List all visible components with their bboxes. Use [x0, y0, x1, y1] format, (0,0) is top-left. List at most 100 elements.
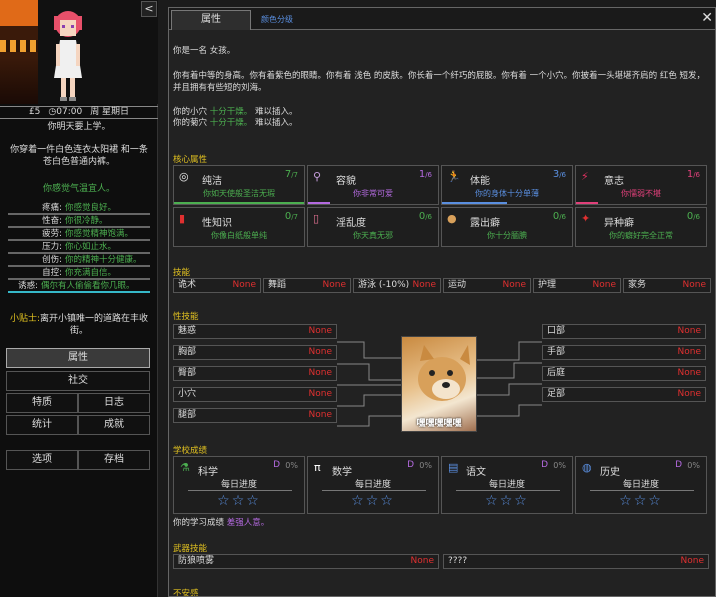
- status-bar: £5 ◷07:00 周 星期日: [0, 106, 158, 119]
- runner-icon: 🏃: [447, 170, 461, 183]
- sex-skill-item[interactable]: 魅惑 None: [173, 324, 337, 339]
- skill-item[interactable]: 游泳 (-10%) None: [353, 278, 441, 293]
- sex-skill-name: 后庭: [547, 368, 566, 378]
- sex-skill-name: 魅惑: [178, 326, 197, 336]
- flag-icon: ▤: [448, 461, 459, 474]
- weapon-skill-value: None: [680, 556, 704, 566]
- tab-color-grading[interactable]: 颜色分级: [261, 14, 293, 25]
- core-attr-count: 3/6: [552, 169, 566, 180]
- school-note: 你的学习成绩 差强人意。: [173, 518, 270, 528]
- nav-traits-button[interactable]: 特质: [6, 393, 78, 413]
- core-attr-card[interactable]: 🏃 体能 3/6 你的身体十分单薄: [441, 165, 573, 205]
- schedule-text: 你明天要上学。: [47, 122, 111, 132]
- sex-skill-item[interactable]: 足部 None: [542, 387, 706, 402]
- insecurity-header: 不安感: [173, 589, 199, 597]
- day-label: 周 星期日: [90, 107, 130, 117]
- sex-skill-name: 小穴: [178, 389, 197, 399]
- weapon-skills-header: 武器技能: [173, 544, 208, 554]
- gender-text: 你是一名 女孩。: [173, 46, 236, 56]
- sex-skill-value: None: [308, 368, 332, 378]
- sex-skill-value: None: [308, 410, 332, 420]
- core-attr-desc: 你的癖好完全正常: [609, 231, 673, 240]
- subject-percent: 0%: [419, 461, 432, 470]
- halo-icon: ◎: [179, 170, 189, 183]
- core-attr-count: 0/6: [686, 211, 700, 222]
- core-attr-desc: 你十分腼腆: [487, 231, 527, 240]
- sex-skill-item[interactable]: 后庭 None: [542, 366, 706, 381]
- core-attr-bar: [442, 202, 507, 204]
- feather-icon: ⚡: [581, 170, 589, 183]
- sex-skill-item[interactable]: 手部 None: [542, 345, 706, 360]
- core-attr-name: 意志: [604, 176, 624, 187]
- subject-card[interactable]: π 数学 D 0% 每日进度 ☆☆☆: [307, 456, 439, 514]
- skill-name: 舞蹈: [268, 280, 287, 290]
- core-attr-card[interactable]: ⚡ 意志 1/6 你懦弱不堪: [575, 165, 707, 205]
- subject-card[interactable]: ⚗ 科学 D 0% 每日进度 ☆☆☆: [173, 456, 305, 514]
- skill-name: 游泳 (-10%): [358, 280, 410, 290]
- nav-achievements-button[interactable]: 成就: [78, 415, 150, 435]
- weapon-skill-item[interactable]: ???? None: [443, 554, 709, 569]
- bottle-icon: ▯: [313, 212, 320, 225]
- paw-icon: ✦: [581, 212, 591, 225]
- sex-skill-item[interactable]: 口部 None: [542, 324, 706, 339]
- skill-item[interactable]: 运动 None: [443, 278, 531, 293]
- book-icon: ▮: [179, 212, 186, 225]
- core-attr-card[interactable]: ◎ 纯洁 7/7 你如天使般圣洁无瑕: [173, 165, 305, 205]
- core-attr-card[interactable]: ● 露出癖 0/6 你十分腼腆: [441, 207, 573, 247]
- globe-icon: ◍: [582, 461, 592, 474]
- subject-card[interactable]: ◍ 历史 D 0% 每日进度 ☆☆☆: [575, 456, 707, 514]
- sex-skill-item[interactable]: 胸部 None: [173, 345, 337, 360]
- anus-text: 你的菊穴 十分干燥。 难以插入。: [173, 118, 298, 128]
- skill-value: None: [592, 280, 616, 290]
- sex-skill-item[interactable]: 腿部 None: [173, 408, 337, 423]
- core-attr-card[interactable]: ⚲ 容貌 1/6 你非常可爱: [307, 165, 439, 205]
- nav-journal-button[interactable]: 日志: [78, 393, 150, 413]
- nav-options-button[interactable]: 选项: [6, 450, 78, 470]
- clothing-text: 你穿着一件白色连衣太阳裙 和一条苍白色普通内裤。: [10, 145, 148, 167]
- core-attr-desc: 你像白纸般单纯: [211, 231, 267, 240]
- sex-skill-item[interactable]: 臀部 None: [173, 366, 337, 381]
- skill-value: None: [412, 280, 436, 290]
- core-attr-card[interactable]: ▮ 性知识 0/7 你像白纸般单纯: [173, 207, 305, 247]
- core-attr-bar: [174, 202, 304, 204]
- sex-skill-name: 口部: [547, 326, 566, 336]
- sex-skill-name: 胸部: [178, 347, 197, 357]
- sex-skill-name: 足部: [547, 389, 566, 399]
- skill-item[interactable]: 舞蹈 None: [263, 278, 351, 293]
- mirror-icon: ⚲: [313, 170, 322, 183]
- core-attr-name: 容貌: [336, 176, 356, 187]
- weapon-skill-item[interactable]: 防狼喷雾 None: [173, 554, 439, 569]
- skill-name: 护理: [538, 280, 557, 290]
- sex-skill-value: None: [308, 326, 332, 336]
- subject-percent: 0%: [687, 461, 700, 470]
- subject-percent: 0%: [285, 461, 298, 470]
- skill-item[interactable]: 诡术 None: [173, 278, 261, 293]
- subject-name: 历史: [600, 467, 620, 478]
- subject-daily-progress: 每日进度: [354, 480, 391, 490]
- nav-save-button[interactable]: 存档: [78, 450, 150, 470]
- skill-item[interactable]: 家务 None: [623, 278, 711, 293]
- nav-social-button[interactable]: 社交: [6, 371, 150, 391]
- core-attr-card[interactable]: ✦ 异种癖 0/6 你的癖好完全正常: [575, 207, 707, 247]
- skill-value: None: [682, 280, 706, 290]
- sex-skill-item[interactable]: 小穴 None: [173, 387, 337, 402]
- tab-attributes[interactable]: 属性: [171, 10, 251, 30]
- skill-name: 运动: [448, 280, 467, 290]
- core-attr-name: 异种癖: [604, 218, 634, 229]
- character-portrait: [0, 0, 158, 104]
- core-attr-count: 0/7: [284, 211, 298, 222]
- collapse-sidebar-button[interactable]: <: [141, 1, 157, 17]
- close-icon[interactable]: ✕: [701, 10, 713, 26]
- nav-stats-button[interactable]: 统计: [6, 415, 78, 435]
- subject-stars: ☆☆☆: [619, 493, 663, 509]
- flask-icon: ⚗: [180, 461, 190, 474]
- subject-card[interactable]: ▤ 语文 D 0% 每日进度 ☆☆☆: [441, 456, 573, 514]
- core-attr-card[interactable]: ▯ 淫乱度 0/6 你天真无邪: [307, 207, 439, 247]
- nav-attributes-button[interactable]: 属性: [6, 348, 150, 368]
- core-attributes-header: 核心属性: [173, 155, 208, 165]
- subject-daily-progress: 每日进度: [488, 480, 525, 490]
- sex-skill-value: None: [308, 389, 332, 399]
- skill-item[interactable]: 护理 None: [533, 278, 621, 293]
- sex-skill-value: None: [677, 389, 701, 399]
- core-attr-name: 体能: [470, 176, 490, 187]
